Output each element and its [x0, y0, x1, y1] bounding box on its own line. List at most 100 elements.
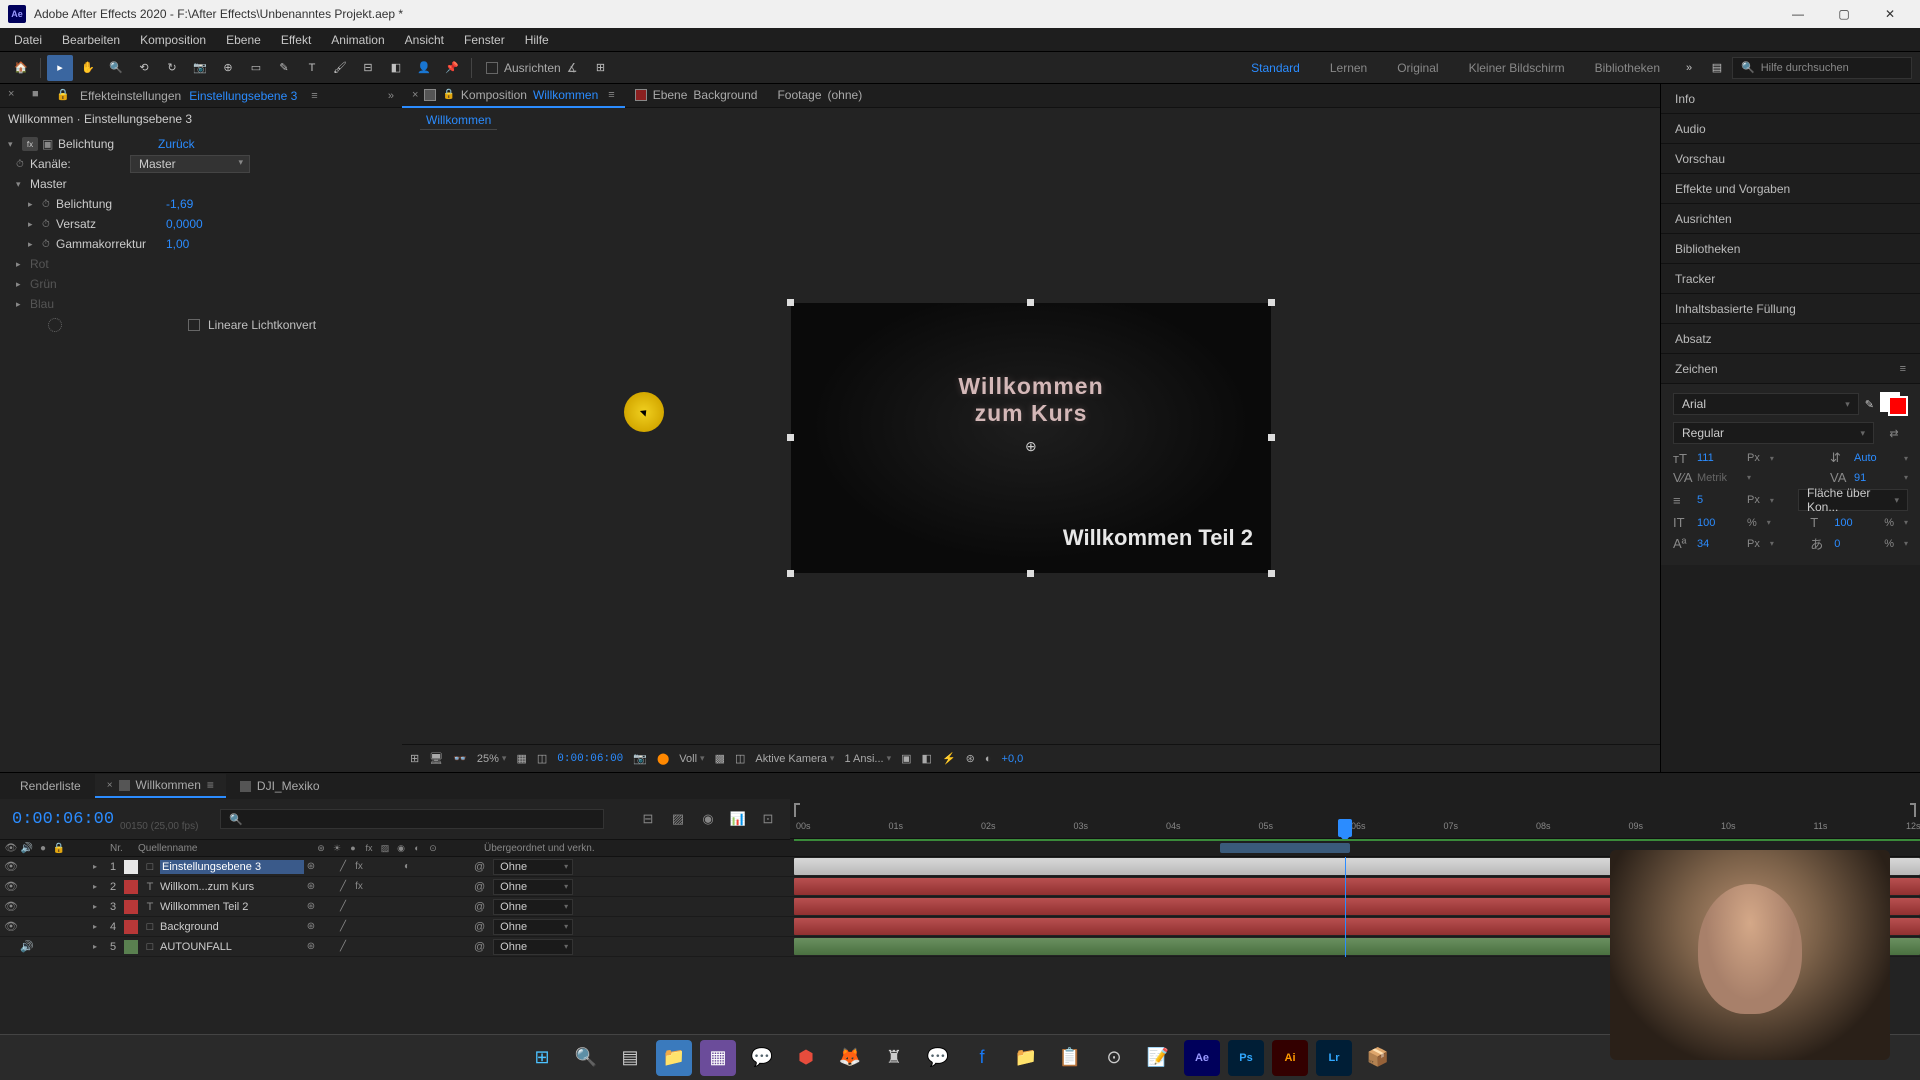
adjust-icon[interactable]: ⊛: [966, 752, 975, 765]
workspace-lernen[interactable]: Lernen: [1316, 61, 1381, 75]
monitor-icon[interactable]: 🖥: [429, 752, 443, 765]
switch-icon[interactable]: ◐: [410, 843, 424, 854]
explorer-button[interactable]: 📁: [656, 1040, 692, 1076]
kerning-value[interactable]: Metrik: [1697, 472, 1741, 484]
panel-absatz[interactable]: Absatz: [1661, 324, 1920, 354]
stroke-color-swatch[interactable]: [1888, 396, 1908, 416]
tab-menu-icon[interactable]: ≡: [608, 89, 614, 101]
comp-tab-footage[interactable]: Footage (ohne): [767, 84, 872, 108]
color-icon[interactable]: ⬤: [657, 752, 669, 765]
panel-audio[interactable]: Audio: [1661, 114, 1920, 144]
handle-icon[interactable]: [1268, 434, 1275, 441]
layer-color-chip[interactable]: [124, 860, 138, 874]
workspace-bibliotheken[interactable]: Bibliotheken: [1581, 61, 1674, 75]
speaker-icon[interactable]: [20, 920, 34, 933]
region-icon[interactable]: ◫: [735, 752, 745, 765]
camera-tool[interactable]: 📷: [187, 55, 213, 81]
playhead[interactable]: [1338, 819, 1352, 837]
app-button[interactable]: ♜: [876, 1040, 912, 1076]
switch-icon[interactable]: ⊙: [426, 843, 440, 854]
switch-icon[interactable]: [400, 941, 414, 952]
lightroom-button[interactable]: Lr: [1316, 1040, 1352, 1076]
reset-icon[interactable]: [48, 318, 62, 332]
close-icon[interactable]: ×: [412, 89, 418, 101]
folder-button[interactable]: 📁: [1008, 1040, 1044, 1076]
switch-icon[interactable]: [352, 901, 366, 912]
switch-icon[interactable]: [400, 881, 414, 892]
graph-icon[interactable]: 📊: [728, 809, 748, 829]
font-dropdown[interactable]: Arial▾: [1673, 393, 1859, 415]
panel-vorschau[interactable]: Vorschau: [1661, 144, 1920, 174]
layer-row[interactable]: 🔊▸5□AUTOUNFALL⊛╱@Ohne: [0, 937, 790, 957]
menu-komposition[interactable]: Komposition: [130, 29, 216, 51]
switch-icon[interactable]: fx: [352, 881, 366, 892]
anchor-tool[interactable]: ⊕: [215, 55, 241, 81]
switch-icon[interactable]: ⊛: [304, 921, 318, 932]
stopwatch-icon[interactable]: ⏱: [42, 239, 56, 250]
comp-tab-willkommen[interactable]: × 🔒 Komposition Willkommen ≡: [402, 84, 625, 108]
pickwhip-icon[interactable]: @: [474, 881, 485, 893]
switch-icon[interactable]: [400, 921, 414, 932]
expand-icon[interactable]: ▸: [88, 902, 102, 911]
speaker-icon[interactable]: [20, 900, 34, 913]
parent-dropdown[interactable]: Ohne: [493, 939, 573, 955]
stopwatch-icon[interactable]: ⏱: [42, 199, 56, 210]
switch-icon[interactable]: ╱: [336, 901, 350, 912]
checkbox-icon[interactable]: [188, 319, 200, 331]
zoom-tool[interactable]: 🔍: [103, 55, 129, 81]
roto-tool[interactable]: 👤: [411, 55, 437, 81]
leading-value[interactable]: Auto: [1854, 452, 1898, 464]
grid-icon[interactable]: ⊞: [410, 752, 419, 765]
mask-icon[interactable]: 👓: [453, 752, 467, 765]
res-icon[interactable]: ▦: [516, 752, 526, 765]
layer-row[interactable]: 👁▸4□Background⊛╱@Ohne: [0, 917, 790, 937]
close-button[interactable]: ✕: [1868, 0, 1912, 28]
layer-row[interactable]: 👁▸2TWillkom...zum Kurs⊛╱fx@Ohne: [0, 877, 790, 897]
close-icon[interactable]: ×: [107, 780, 113, 791]
close-tab-icon[interactable]: ×: [8, 88, 24, 104]
switch-icon[interactable]: fx: [362, 843, 376, 854]
handle-icon[interactable]: [1268, 299, 1275, 306]
viewer-timecode[interactable]: 0:00:06:00: [557, 753, 623, 765]
collapse-icon[interactable]: ▾: [8, 139, 22, 150]
eraser-tool[interactable]: ◧: [383, 55, 409, 81]
pixel-icon[interactable]: ◧: [922, 752, 932, 765]
col-nr[interactable]: Nr.: [102, 843, 138, 854]
tab-menu-icon[interactable]: ≡: [311, 90, 317, 102]
channels-dropdown[interactable]: Master: [130, 155, 250, 173]
motion-blur-icon[interactable]: ◉: [698, 809, 718, 829]
switch-icon[interactable]: ☀: [330, 843, 344, 854]
effect-toggle-icon[interactable]: ▣: [42, 137, 58, 151]
effects-tab-link[interactable]: Einstellungsebene 3: [189, 89, 297, 103]
layer-color-chip[interactable]: [124, 880, 138, 894]
canvas[interactable]: Willkommenzum Kurs ⊕ Willkommen Teil 2: [791, 303, 1271, 573]
layer-color-chip[interactable]: [124, 940, 138, 954]
eye-icon[interactable]: 👁: [4, 900, 18, 913]
speaker-col-icon[interactable]: 🔊: [20, 843, 34, 854]
menu-fenster[interactable]: Fenster: [454, 29, 515, 51]
timeline-timecode[interactable]: 0:00:06:00: [12, 810, 114, 829]
switch-icon[interactable]: ◉: [394, 843, 408, 854]
panel-menu-icon[interactable]: ≡: [1900, 363, 1906, 375]
tl-tab-dji[interactable]: DJI_Mexiko: [228, 774, 332, 798]
layer-name[interactable]: Willkommen Teil 2: [160, 901, 304, 913]
expand-icon[interactable]: ▸: [28, 239, 42, 250]
exposure-icon[interactable]: ◐: [985, 753, 992, 765]
stroke-value[interactable]: 5: [1697, 494, 1741, 506]
frame-blend-icon[interactable]: ▨: [668, 809, 688, 829]
menu-bearbeiten[interactable]: Bearbeiten: [52, 29, 130, 51]
eyedropper-icon[interactable]: ✎: [1865, 398, 1874, 411]
start-button[interactable]: ⊞: [524, 1040, 560, 1076]
fast-icon[interactable]: ⚡: [942, 752, 956, 765]
panel-zeichen[interactable]: Zeichen ≡: [1661, 354, 1920, 384]
speaker-icon[interactable]: [20, 860, 34, 873]
layer-name[interactable]: Background: [160, 921, 304, 933]
switch-icon[interactable]: [352, 941, 366, 952]
photoshop-button[interactable]: Ps: [1228, 1040, 1264, 1076]
speaker-icon[interactable]: [20, 880, 34, 893]
handle-icon[interactable]: [787, 570, 794, 577]
help-search[interactable]: 🔍 Hilfe durchsuchen: [1732, 57, 1912, 79]
panel-tracker[interactable]: Tracker: [1661, 264, 1920, 294]
switch-icon[interactable]: ╱: [336, 921, 350, 932]
menu-datei[interactable]: Datei: [4, 29, 52, 51]
